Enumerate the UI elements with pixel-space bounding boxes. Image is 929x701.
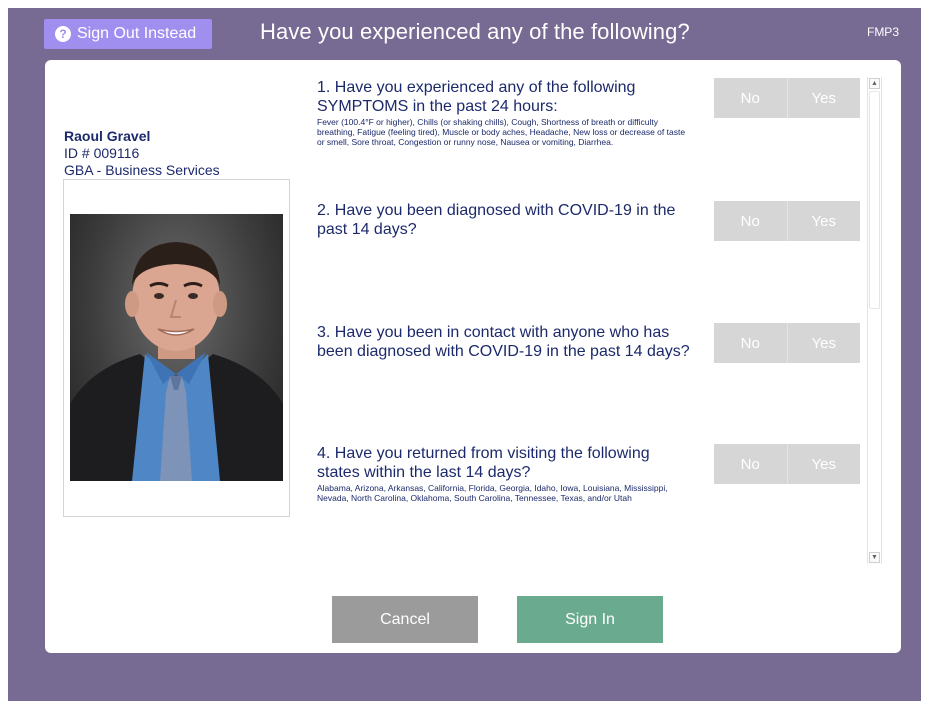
question-2: 2. Have you been diagnosed with COVID-19… [317, 201, 877, 241]
app-frame: ? Sign Out Instead Have you experienced … [8, 8, 921, 701]
person-name: Raoul Gravel [64, 128, 151, 144]
question-1-detail: Fever (100.4°F or higher), Chills (or sh… [317, 117, 686, 147]
question-2-toggle: No Yes [714, 201, 860, 241]
question-2-yes-button[interactable]: Yes [786, 201, 860, 241]
station-code: FMP3 [866, 25, 899, 39]
person-department: GBA - Business Services [64, 162, 220, 178]
question-2-text: 2. Have you been diagnosed with COVID-19… [317, 202, 676, 238]
question-3: 3. Have you been in contact with anyone … [317, 323, 877, 363]
person-id: ID # 009116 [64, 145, 140, 161]
sign-in-button[interactable]: Sign In [517, 596, 663, 643]
question-1: 1. Have you experienced any of the follo… [317, 78, 877, 147]
photo-frame [63, 179, 290, 517]
question-3-yes-button[interactable]: Yes [786, 323, 860, 363]
portrait-image [70, 242, 283, 481]
question-4-no-button[interactable]: No [714, 444, 787, 484]
question-1-no-button[interactable]: No [714, 78, 787, 118]
question-3-toggle: No Yes [714, 323, 860, 363]
question-4-detail: Alabama, Arizona, Arkansas, California, … [317, 483, 668, 503]
question-2-no-button[interactable]: No [714, 201, 787, 241]
questions-scrollbar[interactable]: ▲ ▼ [867, 77, 882, 564]
person-info: Raoul Gravel ID # 009116 GBA - Business … [64, 128, 294, 178]
question-3-text: 3. Have you been in contact with anyone … [317, 324, 690, 360]
chevron-down-icon[interactable]: ▼ [869, 552, 880, 563]
cancel-button[interactable]: Cancel [332, 596, 478, 643]
question-3-no-button[interactable]: No [714, 323, 787, 363]
header: ? Sign Out Instead Have you experienced … [8, 8, 921, 58]
question-4-text: 4. Have you returned from visiting the f… [317, 445, 650, 481]
sign-out-label: Sign Out Instead [77, 25, 197, 42]
sign-out-instead-button[interactable]: ? Sign Out Instead [44, 19, 212, 49]
question-1-toggle: No Yes [714, 78, 860, 118]
question-4: 4. Have you returned from visiting the f… [317, 444, 877, 503]
question-4-yes-button[interactable]: Yes [786, 444, 860, 484]
question-1-text: 1. Have you experienced any of the follo… [317, 79, 636, 115]
page-title: Have you experienced any of the followin… [260, 19, 690, 44]
question-circle-icon: ? [55, 26, 71, 42]
chevron-up-icon[interactable]: ▲ [869, 78, 880, 89]
question-1-yes-button[interactable]: Yes [786, 78, 860, 118]
person-photo [70, 214, 283, 481]
questionnaire-card: Raoul Gravel ID # 009116 GBA - Business … [45, 60, 901, 653]
scrollbar-thumb[interactable] [869, 91, 880, 309]
question-4-toggle: No Yes [714, 444, 860, 484]
